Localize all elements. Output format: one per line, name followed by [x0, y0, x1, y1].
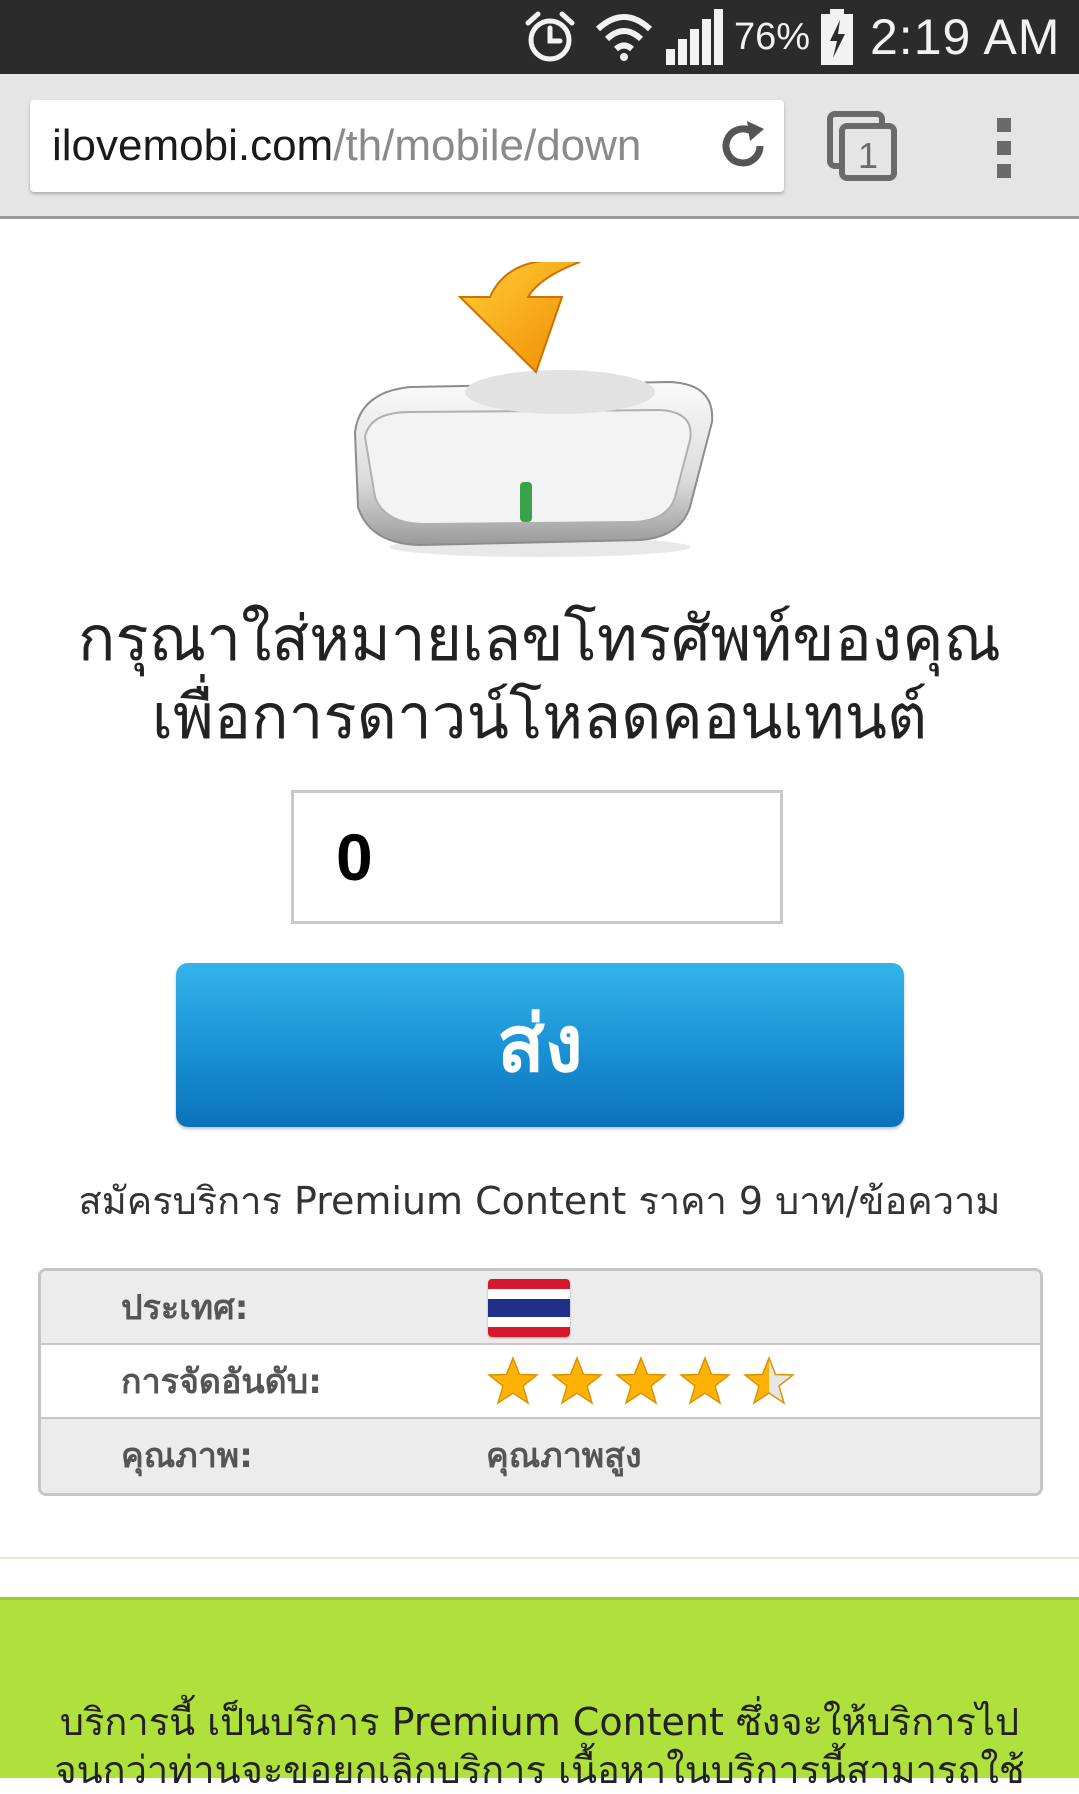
star-icon: [550, 1355, 604, 1405]
footer-line-2: จนกว่าท่านจะขอยกเลิกบริการ เนื้อหาในบริก…: [54, 1748, 1025, 1792]
footer-line-1: บริการนี้ เป็นบริการ Premium Content ซึ่…: [59, 1700, 1020, 1744]
tabs-icon[interactable]: 1: [826, 110, 898, 182]
country-label: ประเทศ:: [121, 1288, 249, 1328]
send-button[interactable]: ส่ง: [176, 963, 904, 1127]
signal-icon: [664, 0, 724, 74]
table-row-quality: คุณภาพ: คุณภาพสูง: [41, 1419, 1040, 1493]
tab-count: 1: [858, 135, 878, 176]
page-title: กรุณาใส่หมายเลขโทรศัพท์ของคุณ เพื่อการดา…: [0, 600, 1079, 756]
quality-value: คุณภาพสูง: [486, 1436, 642, 1476]
star-icon: [742, 1355, 796, 1405]
star-icon: [614, 1355, 668, 1405]
url-text[interactable]: ilovemobi.com/th/mobile/down: [52, 100, 641, 192]
info-table: ประเทศ: การจัดอันดับ: คุณภาพ: คุณภาพสูง: [38, 1268, 1043, 1496]
clock: 2:19 AM: [870, 9, 1061, 65]
thailand-flag-icon: [488, 1279, 570, 1337]
wifi-icon: [594, 0, 654, 74]
url-host: ilovemobi.com: [52, 121, 334, 170]
table-row-country: ประเทศ:: [41, 1271, 1040, 1345]
rating-label: การจัดอันดับ:: [121, 1362, 322, 1402]
table-row-rating: การจัดอันดับ:: [41, 1345, 1040, 1419]
address-bar[interactable]: ilovemobi.com/th/mobile/down: [30, 100, 784, 192]
alarm-icon: [522, 0, 578, 74]
download-drive-icon: [340, 259, 740, 562]
star-icon: [486, 1355, 540, 1405]
footer-text: บริการนี้ เป็นบริการ Premium Content ซึ่…: [0, 1698, 1079, 1794]
overflow-menu-icon[interactable]: [990, 108, 1020, 188]
footer-band: บริการนี้ เป็นบริการ Premium Content ซึ่…: [0, 1597, 1079, 1792]
headline-line-2: เพื่อการดาวน์โหลดคอนเทนต์: [151, 680, 928, 753]
headline-line-1: กรุณาใส่หมายเลขโทรศัพท์ของคุณ: [77, 602, 1002, 675]
status-bar: 76% 2:19 AM: [0, 0, 1079, 74]
url-path: /th/mobile/down: [333, 121, 642, 170]
quality-label: คุณภาพ:: [121, 1436, 253, 1476]
browser-toolbar: ilovemobi.com/th/mobile/down 1: [0, 74, 1079, 219]
battery-charging-icon: [820, 0, 854, 74]
star-icon: [678, 1355, 732, 1405]
phone-number-input[interactable]: [291, 790, 783, 924]
price-text: สมัครบริการ Premium Content ราคา 9 บาท/ข…: [78, 1179, 1001, 1223]
rating-stars: [486, 1355, 796, 1409]
battery-percent: 76%: [734, 15, 811, 58]
reload-icon[interactable]: [714, 117, 772, 175]
section-divider: [0, 1557, 1079, 1559]
